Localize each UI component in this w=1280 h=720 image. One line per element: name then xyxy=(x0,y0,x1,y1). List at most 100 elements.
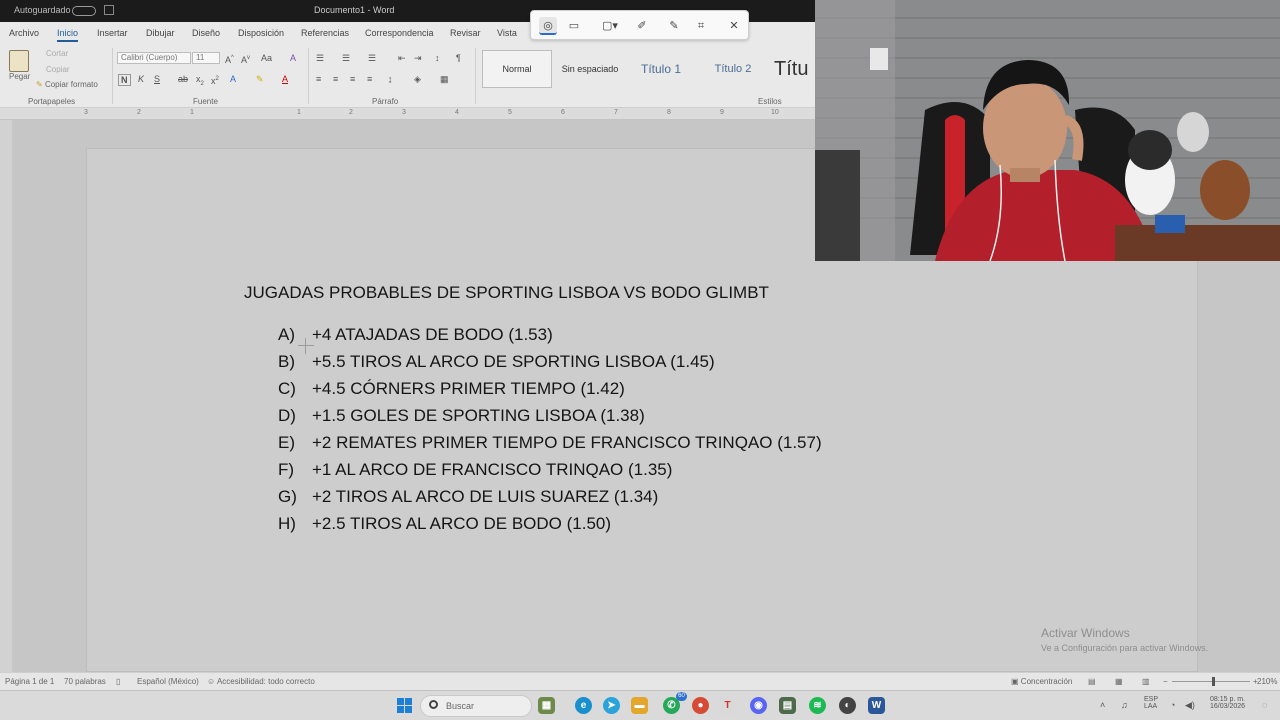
web-layout-icon[interactable]: ▥ xyxy=(1142,677,1150,686)
align-center-icon[interactable]: ≡ xyxy=(333,74,338,84)
text-effects-icon[interactable]: A xyxy=(230,74,236,84)
tab-archivo[interactable]: Archivo xyxy=(9,28,39,38)
list-item[interactable]: A) +4 ATAJADAS DE BODO (1.53) xyxy=(278,325,553,345)
font-color-icon[interactable]: A xyxy=(282,74,288,84)
strikethrough-icon[interactable]: ab xyxy=(178,74,188,84)
focus-mode-button[interactable]: ▣ Concentración xyxy=(1011,677,1072,686)
increase-indent-icon[interactable]: ⇥ xyxy=(414,53,422,63)
pilcrow-icon[interactable]: ¶ xyxy=(456,53,461,63)
clock[interactable]: 08:15 p. m. 16/03/2026 xyxy=(1210,696,1245,710)
shading-icon[interactable]: ◈ xyxy=(414,74,421,84)
vertical-ruler[interactable] xyxy=(0,120,12,672)
chrome-icon[interactable]: ● xyxy=(692,697,709,714)
tab-vista[interactable]: Vista xyxy=(497,28,517,38)
tab-insertar[interactable]: Insertar xyxy=(97,28,128,38)
list-item[interactable]: C) +4.5 CÓRNERS PRIMER TIEMPO (1.42) xyxy=(278,379,625,399)
clear-format-icon[interactable]: A xyxy=(290,53,296,63)
page-count[interactable]: Página 1 de 1 xyxy=(5,677,54,686)
line-spacing-icon[interactable]: ↨ xyxy=(388,74,393,84)
autosave-toggle[interactable] xyxy=(72,6,96,16)
zoom-out-icon[interactable]: − xyxy=(1163,677,1168,686)
font-name-combo[interactable]: Calibri (Cuerpo) xyxy=(117,52,191,64)
italic-icon[interactable]: K xyxy=(138,74,144,84)
subscript-icon[interactable]: x2 xyxy=(196,74,204,89)
tab-inicio[interactable]: Inicio xyxy=(57,28,79,42)
file-explorer-icon[interactable]: ▬ xyxy=(631,697,648,714)
paste-button[interactable]: Pegar xyxy=(9,72,30,81)
rectangle-mode-icon[interactable]: ▢▾ xyxy=(597,17,623,35)
clipboard-icon[interactable] xyxy=(9,50,29,72)
window-mode-icon[interactable]: ✐ xyxy=(633,17,651,35)
text-actions-icon[interactable]: ⌗ xyxy=(692,17,710,35)
style-no-spacing[interactable]: Sin espaciado xyxy=(556,50,624,88)
notifications-icon[interactable]: ◌ xyxy=(1262,700,1267,710)
change-case-icon[interactable]: Aa xyxy=(261,53,272,63)
tab-disposicion[interactable]: Disposición xyxy=(238,28,284,38)
decrease-indent-icon[interactable]: ⇤ xyxy=(398,53,406,63)
highlight-icon[interactable]: ✎ xyxy=(256,74,264,84)
bold-icon[interactable]: N xyxy=(118,74,131,86)
network-icon[interactable]: ◔ xyxy=(1170,700,1175,710)
list-item[interactable]: G) +2 TIROS AL ARCO DE LUIS SUAREZ (1.34) xyxy=(278,487,658,507)
list-item[interactable]: B) +5.5 TIROS AL ARCO DE SPORTING LISBOA … xyxy=(278,352,715,372)
shrink-font-icon[interactable]: Av xyxy=(241,53,250,65)
zoom-level[interactable]: 210% xyxy=(1257,677,1277,686)
sort-icon[interactable]: ↕ xyxy=(435,53,440,63)
bullets-icon[interactable]: ☰ xyxy=(316,53,324,63)
align-right-icon[interactable]: ≡ xyxy=(350,74,355,84)
justify-icon[interactable]: ≡ xyxy=(367,74,372,84)
accessibility-status[interactable]: ☺ Accesibilidad: todo correcto xyxy=(207,677,315,686)
tab-diseno[interactable]: Diseño xyxy=(192,28,220,38)
style-heading1[interactable]: Título 1 xyxy=(628,50,694,88)
font-size-combo[interactable]: 11 xyxy=(192,52,220,64)
document-heading[interactable]: JUGADAS PROBABLES DE SPORTING LISBOA VS … xyxy=(244,283,769,303)
tab-dibujar[interactable]: Dibujar xyxy=(146,28,175,38)
discord-icon[interactable]: ◉ xyxy=(750,697,767,714)
telegram-icon[interactable]: ➤ xyxy=(603,697,620,714)
format-painter-button[interactable]: ✎ Copiar formato xyxy=(36,80,98,89)
spotify-icon[interactable]: ≋ xyxy=(809,697,826,714)
language-indicator[interactable]: ESP LAA xyxy=(1144,696,1158,710)
multilevel-icon[interactable]: ☰ xyxy=(368,53,376,63)
windows-start-icon[interactable] xyxy=(397,698,412,713)
style-title[interactable]: Títu xyxy=(774,50,816,88)
horizontal-ruler[interactable]: 3 2 1 1 2 3 4 5 6 7 8 9 10 xyxy=(0,108,815,120)
obs-icon[interactable]: ◐ xyxy=(839,697,856,714)
borders-icon[interactable]: ▦ xyxy=(440,74,449,84)
microphone-icon[interactable]: ♫ xyxy=(1121,700,1128,710)
taskbar-search[interactable]: Buscar xyxy=(420,695,532,717)
list-item[interactable]: H) +2.5 TIROS AL ARCO DE BODO (1.50) xyxy=(278,514,611,534)
grow-font-icon[interactable]: A^ xyxy=(225,53,234,65)
copy-button[interactable]: Copiar xyxy=(46,65,70,74)
widgets-icon[interactable]: ▦ xyxy=(538,697,555,714)
volume-icon[interactable]: ◀) xyxy=(1185,700,1195,711)
word-icon[interactable]: W xyxy=(868,697,885,714)
print-layout-icon[interactable]: ▦ xyxy=(1115,677,1123,686)
screenshot-mode-icon[interactable]: ◎ xyxy=(539,17,557,35)
calculator-icon[interactable]: ▤ xyxy=(779,697,796,714)
align-left-icon[interactable]: ≡ xyxy=(316,74,321,84)
numbering-icon[interactable]: ☰ xyxy=(342,53,350,63)
language-status[interactable]: Español (México) xyxy=(137,677,199,686)
list-item[interactable]: F) +1 AL ARCO DE FRANCISCO TRINQAO (1.35) xyxy=(278,460,672,480)
save-icon[interactable] xyxy=(104,5,114,15)
style-normal[interactable]: Normal xyxy=(482,50,552,88)
word-count[interactable]: 70 palabras xyxy=(64,677,106,686)
pen-icon[interactable]: ✎ xyxy=(665,17,683,35)
proofing-icon[interactable]: ▯ xyxy=(116,677,120,686)
read-mode-icon[interactable]: ▤ xyxy=(1088,677,1096,686)
list-item[interactable]: D) +1.5 GOLES DE SPORTING LISBOA (1.38) xyxy=(278,406,645,426)
video-mode-icon[interactable]: ▭ xyxy=(565,17,583,35)
typora-icon[interactable]: T xyxy=(719,697,736,714)
underline-icon[interactable]: S xyxy=(154,74,160,84)
close-icon[interactable]: ✕ xyxy=(725,17,743,35)
tab-correspondencia[interactable]: Correspondencia xyxy=(365,28,434,38)
zoom-slider-thumb[interactable] xyxy=(1212,677,1215,686)
tab-referencias[interactable]: Referencias xyxy=(301,28,349,38)
zoom-slider[interactable] xyxy=(1172,681,1250,682)
style-heading2[interactable]: Título 2 xyxy=(700,50,766,88)
edge-icon[interactable]: e xyxy=(575,697,592,714)
superscript-icon[interactable]: x2 xyxy=(211,74,219,86)
list-item[interactable]: E) +2 REMATES PRIMER TIEMPO DE FRANCISCO … xyxy=(278,433,822,453)
tray-overflow-icon[interactable]: ˄ xyxy=(1100,700,1105,710)
